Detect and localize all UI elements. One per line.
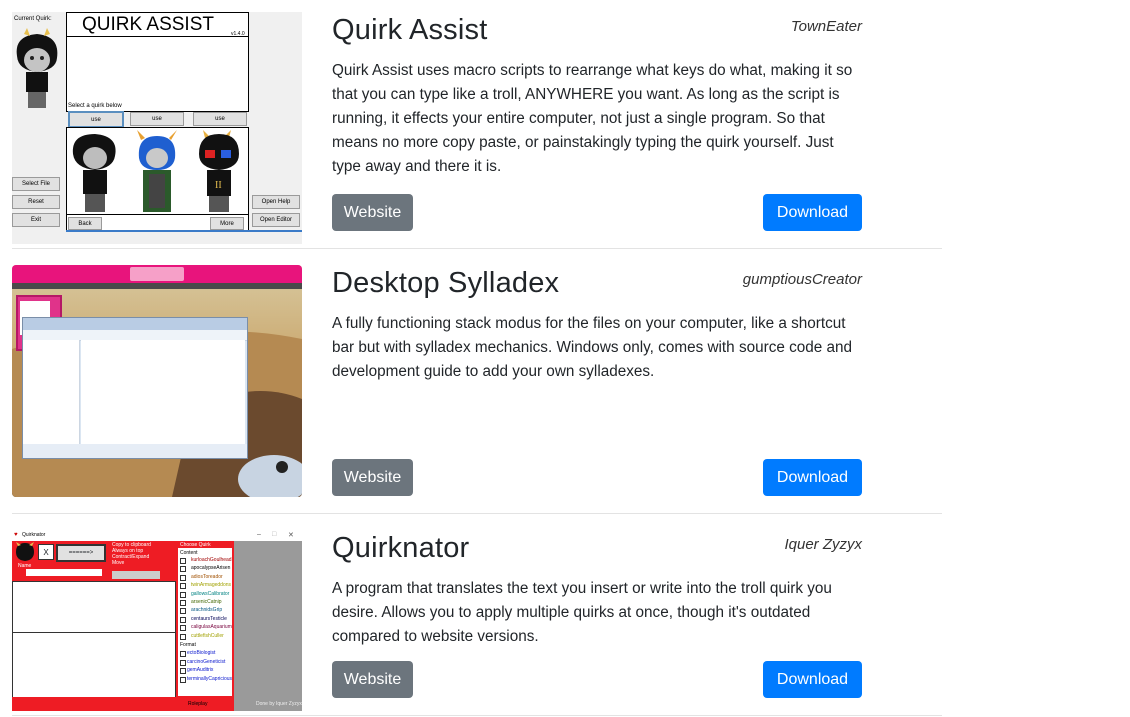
format-label: Format xyxy=(180,642,196,648)
app-title: QUIRK ASSIST xyxy=(82,14,214,35)
checkbox-icon[interactable] xyxy=(180,558,186,564)
checkbox-icon[interactable] xyxy=(180,633,186,640)
file-explorer-window xyxy=(22,317,248,459)
quirk-checkbox-item[interactable]: centaursTesticle xyxy=(180,615,227,622)
card-description: Quirk Assist uses macro scripts to rearr… xyxy=(332,62,853,175)
use-button[interactable]: use xyxy=(68,111,124,128)
website-button[interactable]: Website xyxy=(332,661,413,698)
card-title: Quirk Assist xyxy=(332,14,488,46)
quirk-checkbox-item[interactable]: adiosToreador xyxy=(180,573,223,580)
select-quirk-label: Select a quirk below xyxy=(68,103,122,109)
download-button[interactable]: Download xyxy=(763,459,862,496)
checkbox-icon[interactable] xyxy=(180,574,186,581)
checkbox-icon[interactable] xyxy=(180,659,186,666)
checkbox-icon[interactable] xyxy=(180,616,186,623)
trolls-illustration-icon: II xyxy=(72,130,239,212)
use-button[interactable]: use xyxy=(193,112,247,126)
troll-head-icon xyxy=(16,542,34,561)
quirk-checkbox-item[interactable]: gallowsCalibrator xyxy=(180,590,229,597)
more-button[interactable]: More xyxy=(210,217,244,230)
quirk-checkbox-item[interactable]: cuttlefishCuller xyxy=(180,632,224,639)
software-card-quirk-assist: Current Quirk: QUIRK ASSIST v1.4.0 Selec… xyxy=(12,12,942,249)
quirk-checkbox-item[interactable]: caligulasAquarium xyxy=(180,624,232,631)
card-description: A program that translates the text you i… xyxy=(332,580,832,645)
input-textarea[interactable] xyxy=(12,581,176,633)
checkbox-icon[interactable] xyxy=(180,583,186,590)
open-help-button[interactable]: Open Help xyxy=(252,195,300,209)
exit-button[interactable]: Exit xyxy=(12,213,60,227)
format-checkbox-item[interactable]: gemAuditrix xyxy=(187,667,213,673)
quirk-checkbox-item[interactable]: kurloachGoulhead xyxy=(180,557,232,563)
card-description: A fully functioning stack modus for the … xyxy=(332,315,853,380)
credit-label: Done by Iquer Zyzyx xyxy=(256,701,302,707)
format-checkbox-item[interactable]: terminallyCapricious xyxy=(187,676,232,682)
checkbox-icon[interactable] xyxy=(180,668,186,675)
card-title: Quirknator xyxy=(332,532,470,564)
sylladex-toolbar-icon xyxy=(130,267,184,281)
translate-button[interactable]: ======> xyxy=(56,544,106,562)
card-author: Iquer Zyzyx xyxy=(784,536,862,553)
quirknator-screenshot: ♥ Quirknator – □ ✕ X ======> Copy to cli… xyxy=(12,530,302,711)
card-content: Desktop Sylladex gumptiousCreator A full… xyxy=(332,267,862,499)
minimize-icon[interactable]: – xyxy=(257,531,261,538)
clear-button[interactable]: X xyxy=(38,544,54,560)
content-label: Content xyxy=(180,550,198,556)
troll-portrait-icon xyxy=(16,28,58,108)
current-quirk-label: Current Quirk: xyxy=(14,16,52,22)
roleplay-option[interactable]: Roleplay xyxy=(188,701,207,707)
format-checkbox-item[interactable]: ectoBiologist xyxy=(187,650,215,656)
reset-button[interactable]: Reset xyxy=(12,195,60,209)
quirk-checkbox-item[interactable]: arsenicCatnip xyxy=(180,599,222,605)
open-editor-button[interactable]: Open Editor xyxy=(252,213,300,227)
checkbox-icon[interactable] xyxy=(180,566,186,573)
use-button[interactable]: use xyxy=(130,112,184,126)
quirk-checkbox-item[interactable]: arachnidsGrip xyxy=(180,607,222,614)
card-author: TownEater xyxy=(790,18,862,35)
checkbox-icon[interactable] xyxy=(180,591,186,598)
checkbox-icon[interactable] xyxy=(180,608,186,615)
card-author: gumptiousCreator xyxy=(742,271,862,288)
checkbox-icon[interactable] xyxy=(180,625,186,632)
card-content: Quirk Assist TownEater Quirk Assist uses… xyxy=(332,14,862,244)
name-input[interactable] xyxy=(26,569,102,576)
software-card-desktop-sylladex: Desktop Sylladex gumptiousCreator A full… xyxy=(12,265,942,514)
download-button[interactable]: Download xyxy=(763,194,862,231)
quirknator-logo-icon: ♥ xyxy=(14,532,18,538)
quirk-panel-title: Choose Quirk xyxy=(180,542,211,548)
desktop-sylladex-screenshot xyxy=(12,265,302,497)
move-option[interactable]: Move xyxy=(112,560,124,566)
checkbox-icon[interactable] xyxy=(180,676,186,683)
software-card-quirknator: ♥ Quirknator – □ ✕ X ======> Copy to cli… xyxy=(12,530,942,716)
close-icon[interactable]: ✕ xyxy=(288,531,294,539)
quirk-checkbox-item[interactable]: apocalypseArisen xyxy=(180,565,230,572)
card-content: Quirknator Iquer Zyzyx A program that tr… xyxy=(332,532,862,702)
back-button[interactable]: Back xyxy=(68,217,102,230)
quirk-assist-screenshot: Current Quirk: QUIRK ASSIST v1.4.0 Selec… xyxy=(12,12,302,244)
quirk-checkbox-item[interactable]: twinArmageddons xyxy=(180,582,231,589)
website-button[interactable]: Website xyxy=(332,459,413,496)
window-title: Quirknator xyxy=(22,532,46,538)
select-file-button[interactable]: Select File xyxy=(12,177,60,191)
maximize-icon[interactable]: □ xyxy=(272,531,276,538)
download-button[interactable]: Download xyxy=(763,661,862,698)
checkbox-icon[interactable] xyxy=(180,600,186,606)
website-button[interactable]: Website xyxy=(332,194,413,231)
checkbox-icon[interactable] xyxy=(180,651,186,657)
svg-text:II: II xyxy=(215,180,222,191)
format-checkbox-item[interactable]: carcinoGeneticist xyxy=(187,659,225,665)
output-textarea[interactable] xyxy=(12,632,176,699)
